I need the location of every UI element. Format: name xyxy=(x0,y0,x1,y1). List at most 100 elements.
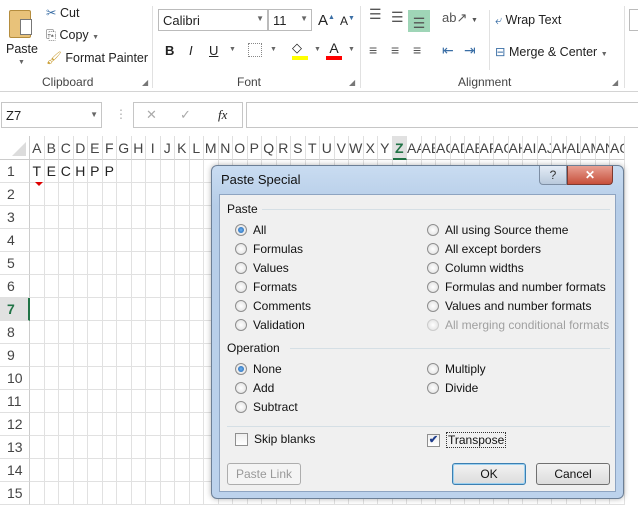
cell[interactable] xyxy=(189,252,204,275)
cell[interactable] xyxy=(189,160,204,183)
column-header[interactable]: T xyxy=(305,136,320,160)
skip-blanks-checkbox[interactable]: Skip blanks xyxy=(235,432,315,446)
radio-multiply[interactable]: Multiply xyxy=(427,362,486,376)
cell[interactable] xyxy=(88,252,103,275)
cell[interactable]: E xyxy=(44,160,59,183)
cell[interactable] xyxy=(189,183,204,206)
row-header[interactable]: 3 xyxy=(0,206,30,229)
orientation-icon[interactable]: ab↗ ▼ xyxy=(442,10,478,26)
cell[interactable] xyxy=(189,413,204,436)
cell[interactable] xyxy=(102,482,117,505)
column-header[interactable]: D xyxy=(73,136,88,160)
cell[interactable] xyxy=(73,298,88,321)
cell[interactable] xyxy=(59,321,74,344)
cell[interactable] xyxy=(88,413,103,436)
row-header[interactable]: 14 xyxy=(0,459,30,482)
cell[interactable] xyxy=(146,229,161,252)
cell[interactable] xyxy=(30,344,45,367)
cell[interactable] xyxy=(88,229,103,252)
column-header[interactable]: AC xyxy=(436,136,451,160)
cell[interactable] xyxy=(189,436,204,459)
cell[interactable] xyxy=(160,413,175,436)
cell[interactable] xyxy=(44,252,59,275)
cell[interactable] xyxy=(146,344,161,367)
cell[interactable] xyxy=(59,390,74,413)
align-bottom-icon[interactable]: ☰ xyxy=(408,10,430,32)
cell[interactable] xyxy=(102,298,117,321)
column-header[interactable]: H xyxy=(131,136,146,160)
cell[interactable] xyxy=(160,275,175,298)
cell[interactable] xyxy=(131,298,146,321)
cell[interactable] xyxy=(175,275,190,298)
cell[interactable] xyxy=(189,459,204,482)
font-name-select[interactable]: Calibri ▼ xyxy=(158,9,268,31)
ok-button[interactable]: OK xyxy=(452,463,526,485)
cell[interactable] xyxy=(44,229,59,252)
cell[interactable] xyxy=(160,206,175,229)
cell[interactable] xyxy=(88,436,103,459)
cell[interactable] xyxy=(44,413,59,436)
column-header[interactable]: N xyxy=(218,136,233,160)
cell[interactable] xyxy=(189,321,204,344)
cell[interactable] xyxy=(30,459,45,482)
column-header[interactable]: AM xyxy=(581,136,596,160)
column-header[interactable]: AK xyxy=(552,136,567,160)
cell[interactable] xyxy=(102,436,117,459)
cell[interactable] xyxy=(131,275,146,298)
cell[interactable] xyxy=(189,344,204,367)
cell[interactable] xyxy=(73,436,88,459)
cell[interactable] xyxy=(131,206,146,229)
column-header[interactable]: K xyxy=(175,136,190,160)
column-header[interactable]: C xyxy=(59,136,74,160)
cell[interactable] xyxy=(44,367,59,390)
row-header[interactable]: 5 xyxy=(0,252,30,275)
cell[interactable] xyxy=(146,298,161,321)
radio-all-using-source-theme[interactable]: All using Source theme xyxy=(427,223,568,237)
align-left-icon[interactable]: ≡ xyxy=(369,42,377,58)
cell[interactable] xyxy=(117,252,132,275)
cell[interactable] xyxy=(88,298,103,321)
shrink-font-icon[interactable]: A▼ xyxy=(340,14,355,28)
cell[interactable] xyxy=(175,390,190,413)
column-header[interactable]: S xyxy=(291,136,306,160)
column-header[interactable]: E xyxy=(88,136,103,160)
radio-values-and-number-formats[interactable]: Values and number formats xyxy=(427,299,592,313)
column-header[interactable]: AF xyxy=(479,136,494,160)
cell[interactable] xyxy=(73,229,88,252)
cell[interactable] xyxy=(146,252,161,275)
cell[interactable] xyxy=(175,321,190,344)
cell[interactable] xyxy=(117,436,132,459)
radio-formulas-and-number-formats[interactable]: Formulas and number formats xyxy=(427,280,606,294)
radio-column-widths[interactable]: Column widths xyxy=(427,261,524,275)
cell[interactable] xyxy=(175,183,190,206)
radio-comments[interactable]: Comments xyxy=(235,299,311,313)
row-header[interactable]: 15 xyxy=(0,482,30,505)
cell[interactable] xyxy=(59,229,74,252)
row-header[interactable]: 4 xyxy=(0,229,30,252)
column-header[interactable]: A xyxy=(30,136,45,160)
cell[interactable] xyxy=(102,206,117,229)
cell[interactable] xyxy=(44,206,59,229)
cell[interactable] xyxy=(88,459,103,482)
column-header[interactable]: AG xyxy=(494,136,509,160)
column-header[interactable]: R xyxy=(276,136,291,160)
cell[interactable] xyxy=(131,390,146,413)
cancel-icon[interactable]: ✕ xyxy=(146,107,157,123)
cell[interactable] xyxy=(59,459,74,482)
cell[interactable]: C xyxy=(59,160,74,183)
cell[interactable] xyxy=(160,344,175,367)
cell[interactable] xyxy=(30,321,45,344)
cell[interactable] xyxy=(59,206,74,229)
cell[interactable] xyxy=(59,436,74,459)
radio-formats[interactable]: Formats xyxy=(235,280,297,294)
cell[interactable] xyxy=(117,321,132,344)
cell[interactable] xyxy=(73,413,88,436)
cell[interactable] xyxy=(146,459,161,482)
cell[interactable] xyxy=(30,206,45,229)
column-header[interactable]: P xyxy=(247,136,262,160)
cell[interactable] xyxy=(59,413,74,436)
number-format-select[interactable] xyxy=(629,9,638,31)
align-right-icon[interactable]: ≡ xyxy=(413,42,421,58)
name-box[interactable]: Z7 ▼ xyxy=(1,102,102,128)
cell[interactable] xyxy=(117,298,132,321)
